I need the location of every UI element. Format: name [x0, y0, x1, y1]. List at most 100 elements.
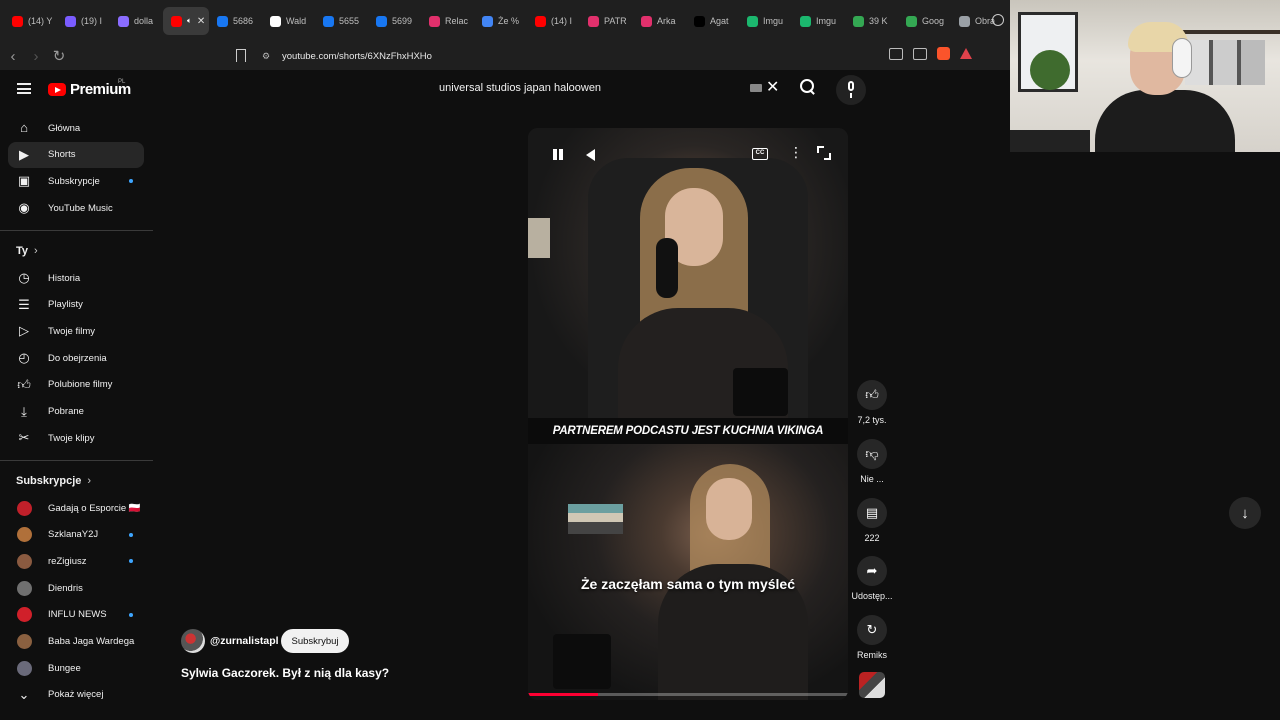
- reload-icon[interactable]: ↻: [49, 46, 69, 66]
- sound-thumbnail[interactable]: [859, 672, 885, 698]
- sidebar-item[interactable]: ◷ Historia: [8, 265, 144, 291]
- share-page-icon[interactable]: [913, 47, 927, 60]
- tab-menu-icon[interactable]: [992, 14, 1004, 26]
- section-title: Ty: [16, 245, 29, 257]
- channel-name[interactable]: @zurnalistapl: [210, 635, 279, 647]
- channel-avatar[interactable]: [181, 629, 205, 653]
- subscribe-button[interactable]: Subskrybuj: [281, 629, 349, 653]
- sidebar-item[interactable]: Diendris: [8, 575, 144, 601]
- sidebar-item[interactable]: ⤓ Pobrane: [8, 399, 144, 425]
- site-info-icon[interactable]: ⚙: [262, 51, 270, 62]
- thumbs-down-icon[interactable]: 👎︎: [857, 439, 887, 469]
- browser-tab[interactable]: Wald: [262, 7, 315, 35]
- browser-tab[interactable]: Imgu: [792, 7, 845, 35]
- sidebar-item[interactable]: ▣ Subskrypcje: [8, 168, 144, 194]
- fullscreen-icon[interactable]: [817, 146, 831, 160]
- sidebar-section-heading[interactable]: Subskrypcje ›: [16, 475, 91, 487]
- sidebar-item-label: SzklanaY2J: [48, 529, 99, 541]
- sidebar-item[interactable]: INFLU NEWS: [8, 602, 144, 628]
- sidebar-item[interactable]: Gadają o Esporcie 🇵🇱: [8, 495, 144, 521]
- browser-tab[interactable]: 5686: [209, 7, 262, 35]
- sidebar-item[interactable]: ☰ Playlisty: [8, 292, 144, 318]
- browser-tab[interactable]: 5655: [315, 7, 368, 35]
- sidebar-item[interactable]: ▶ Shorts: [8, 141, 144, 168]
- sidebar-item[interactable]: ✂ Twoje klipy: [8, 425, 144, 451]
- remix-icon[interactable]: ↻: [857, 615, 887, 645]
- browser-tab[interactable]: Agat: [686, 7, 739, 35]
- tab-title: 5686: [233, 16, 254, 26]
- tab-title: 5699: [392, 16, 413, 26]
- history-icon: ◷: [18, 270, 30, 285]
- comments-action[interactable]: ▤ 222: [851, 498, 893, 543]
- sidebar-item-label: Baba Jaga Wardega: [48, 636, 135, 647]
- forward-icon[interactable]: ›: [26, 46, 46, 66]
- brave-rewards-icon[interactable]: [960, 48, 972, 59]
- thumbs-up-icon[interactable]: 👍︎: [857, 380, 887, 410]
- close-tab-icon[interactable]: ✕: [197, 16, 205, 27]
- tab-favicon-icon: [429, 15, 440, 27]
- keyboard-icon[interactable]: [750, 84, 762, 92]
- chevron-right-icon: ›: [87, 475, 92, 487]
- captions-icon[interactable]: CC: [752, 148, 768, 160]
- browser-tab[interactable]: (14) I: [527, 7, 580, 35]
- sidebar-item[interactable]: SzklanaY2J: [8, 522, 144, 548]
- browser-tab[interactable]: 5699: [368, 7, 421, 35]
- remix-action[interactable]: ↻ Remiks: [851, 615, 893, 660]
- url-text[interactable]: youtube.com/shorts/6XNzFhxHXHo: [282, 51, 432, 62]
- pause-icon[interactable]: [548, 146, 572, 164]
- volume-icon[interactable]: [583, 146, 607, 164]
- show-more-label: Pokaż więcej: [48, 689, 104, 701]
- sidebar-item[interactable]: 👍︎ Polubione filmy: [8, 372, 144, 398]
- browser-tab[interactable]: dolla: [110, 7, 163, 35]
- sidebar-section-heading[interactable]: Ty ›: [16, 245, 38, 257]
- tab-title: PATR: [604, 16, 627, 26]
- sidebar-item-label: YouTube Music: [48, 202, 113, 214]
- more-options-icon[interactable]: [789, 144, 803, 161]
- shorts-player[interactable]: PARTNEREM PODCASTU JEST KUCHNIA VIKINGA …: [528, 128, 848, 700]
- brave-shields-icon[interactable]: [937, 47, 950, 60]
- next-short-arrow-icon[interactable]: ↓: [1229, 497, 1261, 529]
- like-action[interactable]: 👍︎ 7,2 tys.: [851, 380, 893, 425]
- sidebar-item[interactable]: ◴ Do obejrzenia: [8, 345, 144, 371]
- sidebar-item[interactable]: reZigiusz: [8, 548, 144, 574]
- install-app-icon[interactable]: [889, 47, 903, 60]
- tab-title: Relac: [445, 16, 469, 26]
- show-more-button[interactable]: ⌄ Pokaż więcej: [8, 682, 144, 708]
- search-icon[interactable]: [800, 79, 816, 95]
- youtube-play-icon: [48, 83, 66, 96]
- back-icon[interactable]: ‹: [3, 46, 23, 66]
- browser-tab[interactable]: Relac: [421, 7, 474, 35]
- tab-title: Imgu: [816, 16, 837, 26]
- browser-tab[interactable]: (19) I: [57, 7, 110, 35]
- search-box[interactable]: universal studios japan haloowen ✕: [428, 74, 814, 102]
- logo-region: PL: [118, 79, 126, 85]
- browser-tab[interactable]: Arka: [633, 7, 686, 35]
- progress-fill: [528, 693, 599, 696]
- browser-tab[interactable]: 39 K: [845, 7, 898, 35]
- sidebar-item[interactable]: Bungee: [8, 655, 144, 681]
- url-field[interactable]: ⚙ youtube.com/shorts/6XNzFhxHXHo: [232, 45, 977, 67]
- browser-tab[interactable]: 🔈︎ ✕: [163, 7, 209, 35]
- browser-tab[interactable]: Imgu: [739, 7, 792, 35]
- tab-favicon-icon: [270, 15, 281, 27]
- browser-tab[interactable]: PATR: [580, 7, 633, 35]
- tab-audio-icon[interactable]: 🔈︎: [187, 16, 192, 26]
- browser-tab[interactable]: Goog: [898, 7, 951, 35]
- progress-bar[interactable]: [528, 693, 848, 696]
- voice-search-button[interactable]: [836, 75, 866, 105]
- search-input[interactable]: universal studios japan haloowen: [439, 82, 601, 94]
- clear-search-icon[interactable]: ✕: [766, 77, 779, 97]
- sidebar-item[interactable]: ◉ YouTube Music: [8, 195, 144, 221]
- sidebar-item[interactable]: Baba Jaga Wardega: [8, 629, 144, 655]
- sidebar-item[interactable]: ⌂ Główna: [8, 115, 144, 141]
- menu-icon[interactable]: [17, 83, 31, 94]
- browser-tab[interactable]: Że %: [474, 7, 527, 35]
- dislike-action[interactable]: 👎︎ Nie ...: [851, 439, 893, 484]
- share-icon[interactable]: ➦: [857, 556, 887, 586]
- browser-tab[interactable]: (14) Y: [4, 7, 57, 35]
- sidebar-item[interactable]: ▷ Twoje filmy: [8, 318, 144, 344]
- share-action[interactable]: ➦ Udostęp...: [851, 556, 893, 601]
- bookmark-icon[interactable]: [236, 49, 246, 62]
- tab-title: Imgu: [763, 16, 784, 26]
- comment-icon[interactable]: ▤: [857, 498, 887, 528]
